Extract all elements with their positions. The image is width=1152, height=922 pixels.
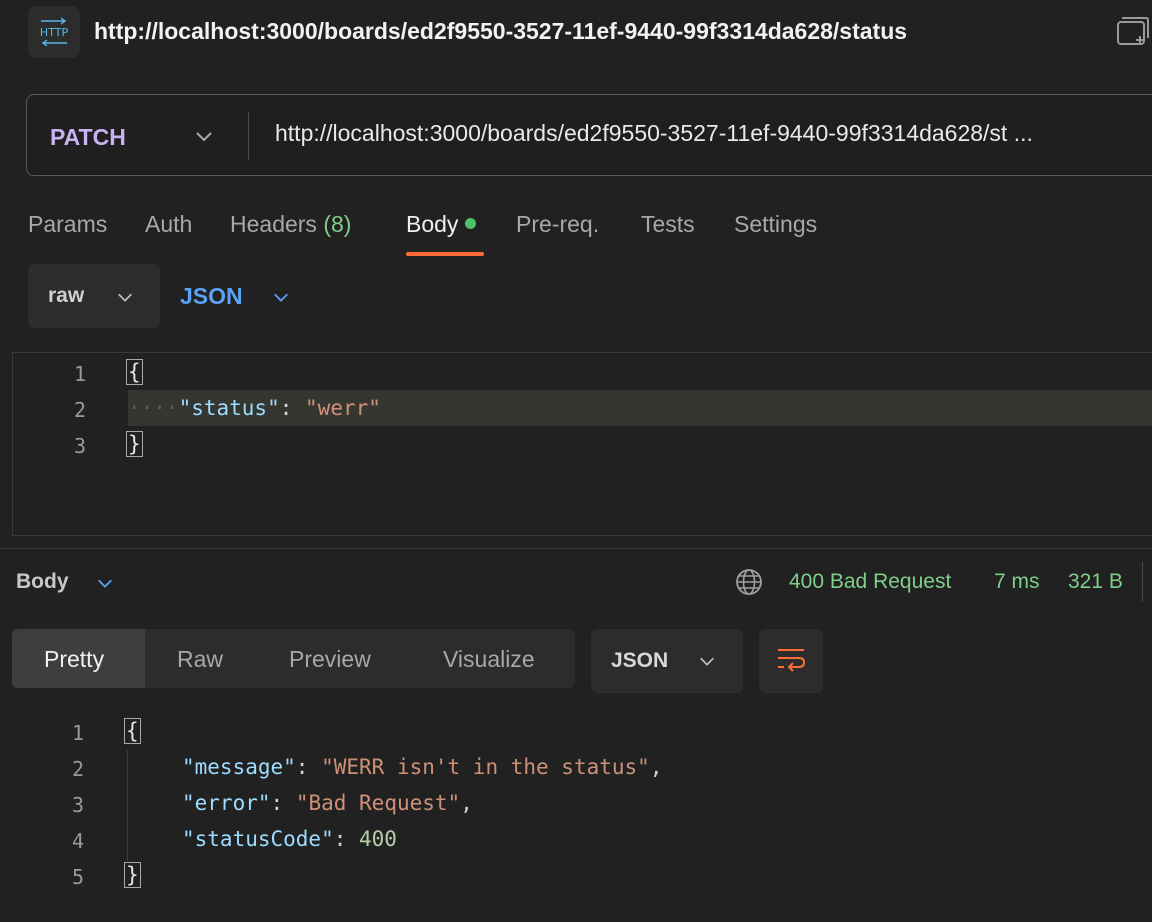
code-line: "message": "WERR isn't in the status", (182, 755, 662, 779)
response-size[interactable]: 321 B (1068, 570, 1123, 594)
view-tab-preview[interactable]: Preview (289, 646, 371, 673)
json-key: "status" (178, 396, 280, 420)
tab-body[interactable]: Body (406, 211, 477, 238)
line-number: 1 (71, 721, 84, 745)
line-number: 2 (71, 757, 84, 781)
json-comma: , (460, 791, 473, 815)
json-value: "WERR isn't in the status" (321, 755, 650, 779)
line-number: 5 (71, 865, 84, 889)
headers-count-badge: (8) (323, 211, 352, 237)
tab-label: Tests (641, 211, 695, 237)
tab-tests[interactable]: Tests (641, 211, 695, 238)
json-key: "message" (182, 755, 296, 779)
view-tab-pretty[interactable]: Pretty (44, 646, 104, 673)
body-modified-indicator (465, 218, 477, 229)
tab-label: Settings (734, 211, 818, 237)
json-value: "Bad Request" (295, 791, 461, 815)
json-colon: : (333, 827, 360, 851)
line-number: 3 (71, 793, 84, 817)
json-colon: : (295, 755, 322, 779)
svg-text:HTTP: HTTP (40, 26, 69, 39)
tab-label: Params (28, 211, 108, 237)
code-line: "statusCode": 400 (182, 827, 397, 851)
indent-guide (127, 750, 128, 860)
tab-params[interactable]: Params (28, 211, 107, 238)
response-section-label[interactable]: Body (16, 570, 69, 594)
brace-open: { (126, 359, 143, 385)
body-format-select[interactable]: JSON (180, 283, 243, 310)
code-line: { (126, 359, 143, 385)
url-input[interactable]: http://localhost:3000/boards/ed2f9550-35… (275, 120, 1033, 147)
line-number: 4 (71, 829, 84, 853)
tab-pre-request[interactable]: Pre-req. (516, 211, 599, 238)
json-value: "werr" (305, 396, 381, 420)
code-line: ····"status": "werr" (128, 396, 381, 420)
tab-label: Headers (230, 211, 317, 237)
add-to-collection-icon[interactable] (1114, 14, 1152, 53)
json-colon: : (270, 791, 296, 815)
chevron-down-icon[interactable] (194, 126, 214, 151)
chevron-down-icon[interactable] (116, 288, 134, 311)
json-value: 400 (359, 827, 397, 851)
wrap-lines-button[interactable] (759, 629, 823, 693)
tab-label: Body (406, 211, 459, 237)
tab-headers[interactable]: Headers (8) (230, 211, 351, 238)
brace-close: } (124, 862, 141, 888)
brace-open: { (124, 718, 141, 744)
brace-close: } (126, 431, 143, 457)
http-icon: HTTP (28, 6, 80, 58)
chevron-down-icon[interactable] (272, 288, 290, 311)
code-line: } (124, 862, 141, 888)
code-line: { (124, 718, 141, 744)
json-key: "statusCode" (182, 827, 334, 851)
view-tab-raw[interactable]: Raw (177, 646, 223, 673)
line-number: 3 (73, 434, 86, 458)
indent-whitespace-marker: ···· (128, 396, 179, 420)
tab-settings[interactable]: Settings (734, 211, 817, 238)
tab-label: Auth (145, 211, 193, 237)
tab-label: Pre-req. (516, 211, 600, 237)
json-key: "error" (182, 791, 271, 815)
pane-divider[interactable] (0, 548, 1152, 549)
json-comma: , (649, 755, 663, 779)
response-format-label: JSON (611, 649, 669, 672)
request-body-editor[interactable] (12, 352, 1152, 536)
line-number: 2 (73, 398, 86, 422)
view-tab-visualize[interactable]: Visualize (443, 646, 535, 673)
line-number: 1 (73, 362, 86, 386)
status-badge[interactable]: 400 Bad Request (789, 570, 951, 594)
separator (1142, 562, 1143, 602)
method-select[interactable]: PATCH (50, 124, 126, 151)
chevron-down-icon[interactable] (96, 574, 114, 597)
globe-icon[interactable] (734, 567, 764, 602)
url-divider (248, 112, 249, 160)
request-title: http://localhost:3000/boards/ed2f9550-35… (94, 18, 908, 44)
code-line: "error": "Bad Request", (182, 791, 473, 815)
tab-auth[interactable]: Auth (145, 211, 192, 238)
wrap-lines-icon (775, 645, 807, 678)
chevron-down-icon[interactable] (698, 652, 716, 675)
response-time[interactable]: 7 ms (994, 570, 1040, 594)
active-tab-underline (406, 252, 484, 256)
body-type-label: raw (48, 284, 85, 307)
code-line: } (126, 431, 143, 457)
json-colon: : (279, 396, 306, 420)
